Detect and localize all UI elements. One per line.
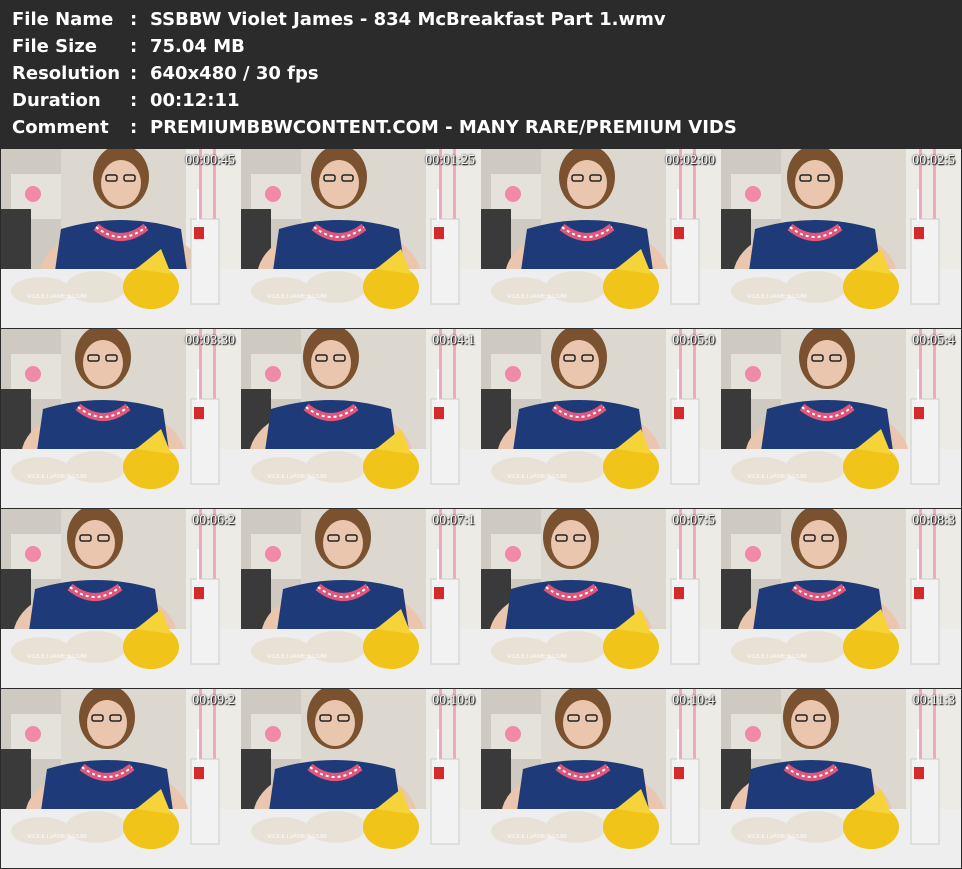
thumbnail-watermark: VIOLETJAMES.COM (27, 474, 88, 480)
thumbnail-timestamp: 00:00:45 (185, 153, 235, 168)
thumbnail-scene (241, 149, 481, 328)
thumbnail-scene (1, 149, 241, 328)
thumbnail-timestamp: 00:10:4 (672, 693, 715, 708)
thumbnail-timestamp: 00:09:2 (192, 693, 235, 708)
thumbnail-timestamp: 00:11:3 (912, 693, 955, 708)
video-thumbnail[interactable]: 00:11:3 VIOLETJAMES.COM (721, 689, 961, 868)
video-thumbnail[interactable]: 00:04:1 VIOLETJAMES.COM (241, 329, 481, 508)
comment-separator: : (130, 117, 138, 138)
thumbnail-scene (1, 689, 241, 868)
file-size-separator: : (130, 36, 138, 57)
file-name-label: File Name (12, 9, 114, 30)
thumbnail-timestamp: 00:10:0 (432, 693, 475, 708)
thumbnail-watermark: VIOLETJAMES.COM (747, 474, 808, 480)
thumbnail-watermark: VIOLETJAMES.COM (27, 834, 88, 840)
video-thumbnail[interactable]: 00:10:4 VIOLETJAMES.COM (481, 689, 721, 868)
thumbnail-scene (721, 509, 961, 688)
video-thumbnail[interactable]: 00:07:5 VIOLETJAMES.COM (481, 509, 721, 688)
thumbnail-watermark: VIOLETJAMES.COM (747, 294, 808, 300)
thumbnail-watermark: VIOLETJAMES.COM (267, 474, 328, 480)
thumbnail-timestamp: 00:05:4 (912, 333, 955, 348)
video-thumbnail[interactable]: 00:06:2 VIOLETJAMES.COM (1, 509, 241, 688)
thumbnail-timestamp: 00:04:1 (432, 333, 475, 348)
video-thumbnail[interactable]: 00:07:1 VIOLETJAMES.COM (241, 509, 481, 688)
video-thumbnail[interactable]: 00:09:2 VIOLETJAMES.COM (1, 689, 241, 868)
comment-value: PREMIUMBBWCONTENT.COM - MANY RARE/PREMIU… (150, 117, 737, 138)
thumbnail-scene (721, 689, 961, 868)
video-thumbnail[interactable]: 00:01:25 VIOLETJAMES.COM (241, 149, 481, 328)
thumbnail-watermark: VIOLETJAMES.COM (747, 834, 808, 840)
duration-value: 00:12:11 (150, 90, 240, 111)
thumbnail-grid: 00:00:45 VIOLETJAMES.COM 00:01:25 VIOLETJA… (0, 147, 962, 869)
thumbnail-timestamp: 00:02:00 (665, 153, 715, 168)
thumbnail-timestamp: 00:02:5 (912, 153, 955, 168)
thumbnail-timestamp: 00:05:0 (672, 333, 715, 348)
thumbnail-watermark: VIOLETJAMES.COM (507, 294, 568, 300)
thumbnail-watermark: VIOLETJAMES.COM (267, 294, 328, 300)
video-thumbnail[interactable]: 00:02:5 VIOLETJAMES.COM (721, 149, 961, 328)
file-name-separator: : (130, 9, 138, 30)
file-size-value: 75.04 MB (150, 36, 245, 57)
duration-separator: : (130, 90, 138, 111)
video-thumbnail[interactable]: 00:05:0 VIOLETJAMES.COM (481, 329, 721, 508)
thumbnail-scene (481, 329, 721, 508)
thumbnail-scene (481, 149, 721, 328)
thumbnail-timestamp: 00:07:5 (672, 513, 715, 528)
thumbnail-watermark: VIOLETJAMES.COM (507, 474, 568, 480)
thumbnail-scene (721, 329, 961, 508)
resolution-label: Resolution (12, 63, 121, 84)
file-name-value: SSBBW Violet James - 834 McBreakfast Par… (150, 9, 666, 30)
video-thumbnail[interactable]: 00:10:0 VIOLETJAMES.COM (241, 689, 481, 868)
thumbnail-scene (241, 689, 481, 868)
resolution-value: 640x480 / 30 fps (150, 63, 319, 84)
video-thumbnail[interactable]: 00:05:4 VIOLETJAMES.COM (721, 329, 961, 508)
thumbnail-watermark: VIOLETJAMES.COM (27, 294, 88, 300)
thumbnail-timestamp: 00:08:3 (912, 513, 955, 528)
resolution-separator: : (130, 63, 138, 84)
thumbnail-scene (1, 329, 241, 508)
thumbnail-watermark: VIOLETJAMES.COM (267, 654, 328, 660)
thumbnail-watermark: VIOLETJAMES.COM (507, 834, 568, 840)
file-size-label: File Size (12, 36, 97, 57)
thumbnail-scene (481, 689, 721, 868)
video-thumbnail[interactable]: 00:03:30 VIOLETJAMES.COM (1, 329, 241, 508)
video-thumbnail[interactable]: 00:08:3 VIOLETJAMES.COM (721, 509, 961, 688)
thumbnail-scene (241, 509, 481, 688)
thumbnail-timestamp: 00:06:2 (192, 513, 235, 528)
file-info-header: File Name : SSBBW Violet James - 834 McB… (0, 0, 962, 146)
duration-label: Duration (12, 90, 101, 111)
thumbnail-timestamp: 00:07:1 (432, 513, 475, 528)
thumbnail-watermark: VIOLETJAMES.COM (267, 834, 328, 840)
thumbnail-scene (481, 509, 721, 688)
video-thumbnail[interactable]: 00:00:45 VIOLETJAMES.COM (1, 149, 241, 328)
thumbnail-timestamp: 00:01:25 (425, 153, 475, 168)
thumbnail-scene (241, 329, 481, 508)
comment-label: Comment (12, 117, 109, 138)
thumbnail-scene (1, 509, 241, 688)
thumbnail-watermark: VIOLETJAMES.COM (747, 654, 808, 660)
thumbnail-scene (721, 149, 961, 328)
video-thumbnail[interactable]: 00:02:00 VIOLETJAMES.COM (481, 149, 721, 328)
thumbnail-timestamp: 00:03:30 (185, 333, 235, 348)
thumbnail-watermark: VIOLETJAMES.COM (507, 654, 568, 660)
thumbnail-watermark: VIOLETJAMES.COM (27, 654, 88, 660)
